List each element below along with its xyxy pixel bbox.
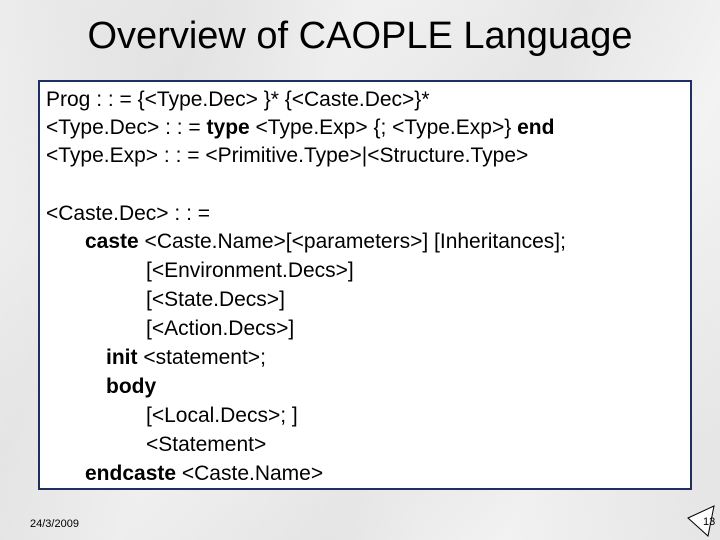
grammar-line-environment: [<Environment.Decs>]	[146, 259, 354, 282]
grammar-text: <Caste.Name>[<parameters>] [Inheritances…	[138, 230, 566, 253]
grammar-line-endcaste: endcaste <Caste.Name>	[85, 460, 323, 488]
keyword-end: end	[517, 116, 555, 139]
keyword-type: type	[206, 116, 250, 139]
keyword-caste: caste	[85, 230, 139, 253]
page-number: 13	[703, 516, 716, 528]
grammar-line-castedec: <Caste.Dec> : : =	[46, 202, 211, 225]
grammar-line-state: [<State.Decs>]	[146, 288, 285, 311]
grammar-line-typedec: <Type.Dec> : : = type <Type.Exp> {; <Typ…	[46, 114, 554, 142]
grammar-line-body: body	[106, 373, 156, 401]
grammar-text: <Type.Exp> {; <Type.Exp>}	[249, 116, 518, 139]
grammar-line-localdecs: [<Local.Decs>; ]	[146, 404, 298, 427]
grammar-line-init: init <statement>;	[106, 344, 266, 372]
keyword-init: init	[106, 346, 138, 369]
grammar-text: <statement>;	[137, 346, 266, 369]
grammar-line-prog: Prog : : = {<Type.Dec> }* {<Caste.Dec>}*	[46, 88, 430, 111]
keyword-endcaste: endcaste	[85, 462, 177, 485]
slide-title: Overview of CAOPLE Language	[87, 15, 633, 57]
grammar-line-typeexp: <Type.Exp> : : = <Primitive.Type>|<Struc…	[46, 144, 529, 167]
grammar-line-caste: caste <Caste.Name>[<parameters>] [Inheri…	[85, 228, 566, 256]
grammar-line-statement: <Statement>	[146, 433, 267, 456]
keyword-body: body	[106, 375, 157, 398]
grammar-text: <Type.Dec> : : =	[46, 116, 207, 139]
grammar-line-action: [<Action.Decs>]	[146, 317, 295, 340]
grammar-text: <Caste.Name>	[176, 462, 324, 485]
slide-date: 24/3/2009	[30, 518, 79, 530]
grammar-box: Prog : : = {<Type.Dec> }* {<Caste.Dec>}*…	[38, 80, 692, 490]
